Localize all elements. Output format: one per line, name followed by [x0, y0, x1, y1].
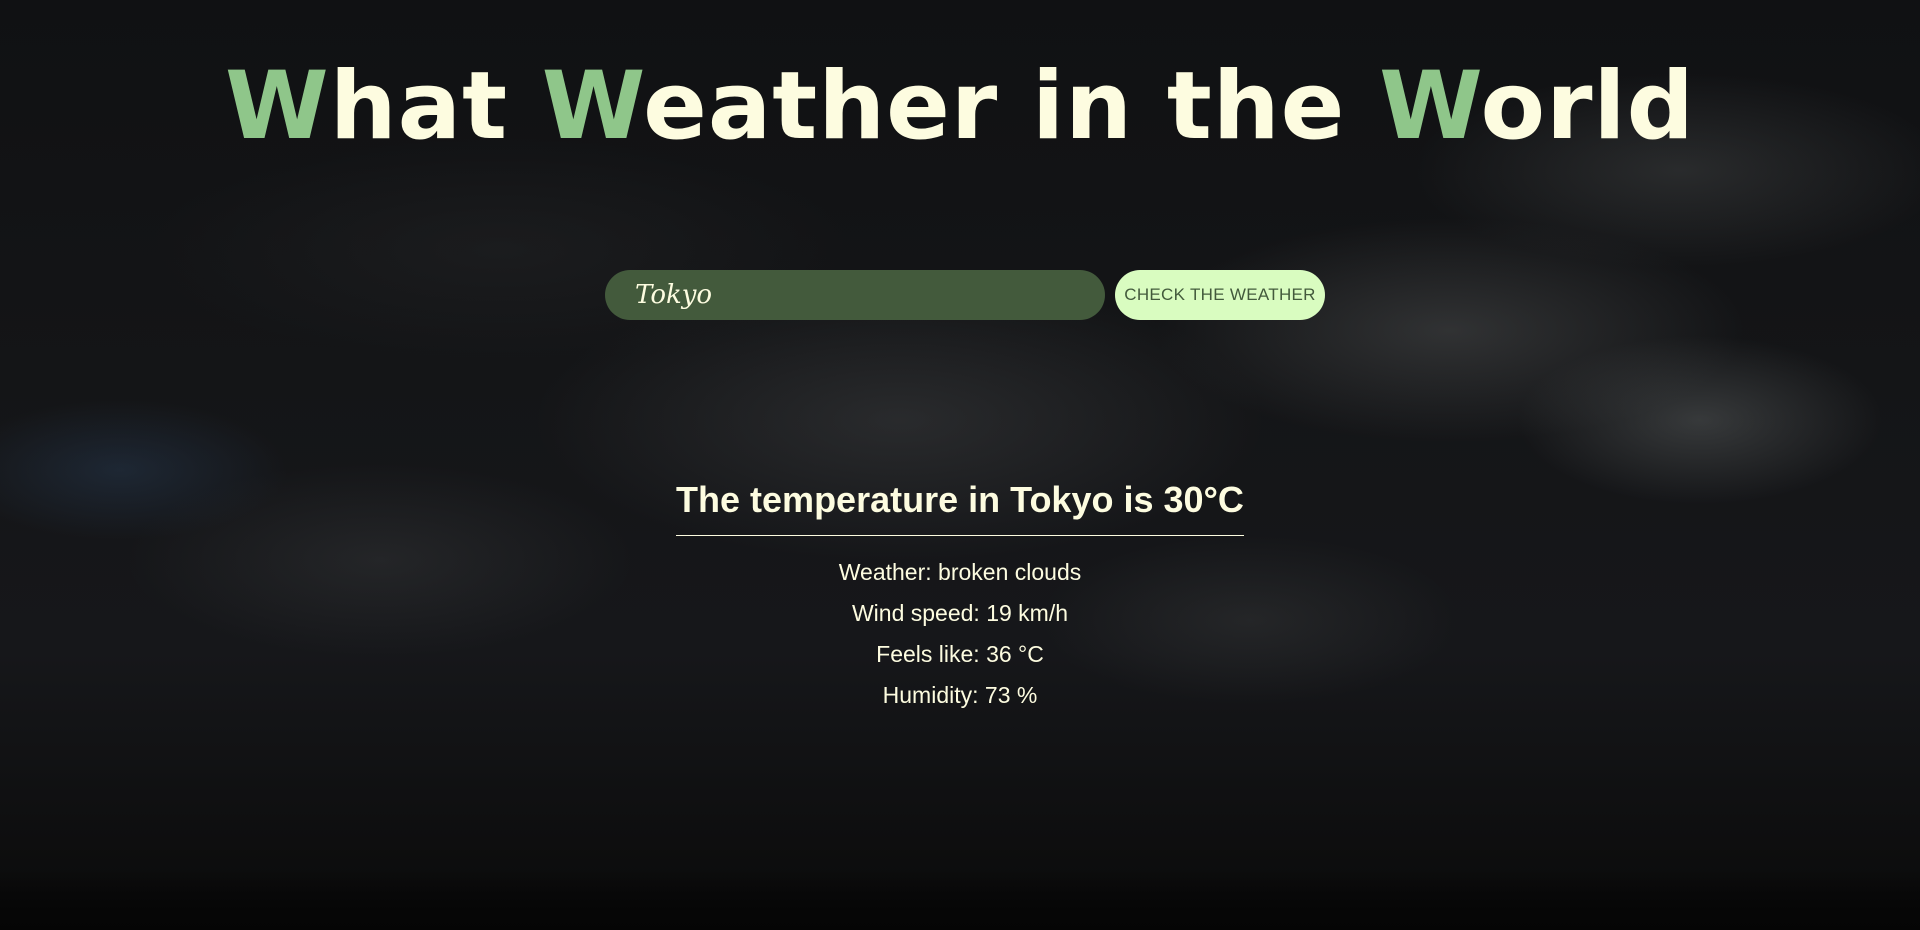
title-initial-world: W: [1379, 52, 1481, 161]
title-initial-weather: W: [541, 52, 644, 161]
feels-like: Feels like: 36 °C: [876, 641, 1044, 667]
city-search-input[interactable]: [605, 270, 1105, 320]
weather-description: Weather: broken clouds: [838, 559, 1082, 585]
page-title: What Weather in the World: [0, 52, 1920, 162]
title-initial-what: W: [225, 52, 330, 161]
title-rest-world: orld: [1480, 52, 1695, 161]
wind-speed: Wind speed: 19 km/h: [851, 600, 1069, 626]
title-rest-weather: eather in the: [643, 52, 1380, 161]
ground-silhouette: [0, 870, 1920, 930]
weather-details: Weather: broken clouds Wind speed: 19 km…: [0, 552, 1920, 716]
humidity: Humidity: 73 %: [882, 682, 1038, 708]
temperature-heading: The temperature in Tokyo is 30°C: [676, 475, 1244, 536]
title-rest-what: hat: [329, 52, 542, 161]
search-form: CHECK THE WEATHER: [605, 270, 1325, 320]
weather-result: The temperature in Tokyo is 30°C Weather…: [0, 475, 1920, 716]
check-weather-button[interactable]: CHECK THE WEATHER: [1115, 270, 1325, 320]
